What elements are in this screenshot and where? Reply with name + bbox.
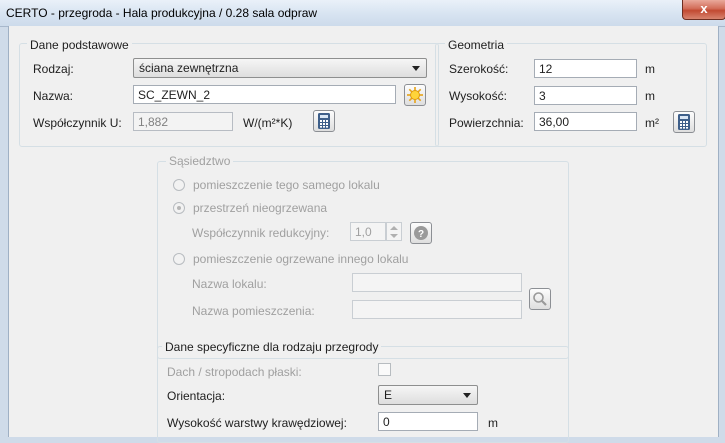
area-label: Powierzchnia: bbox=[449, 116, 524, 130]
type-select-value: ściana zewnętrzna bbox=[139, 61, 239, 75]
edge-height-unit: m bbox=[488, 416, 498, 430]
window-title: CERTO - przegroda - Hala produkcyjna / 0… bbox=[6, 6, 318, 20]
title-bar[interactable]: CERTO - przegroda - Hala produkcyjna / 0… bbox=[0, 0, 725, 27]
room-name-label: Nazwa pomieszczenia: bbox=[192, 304, 315, 318]
width-label: Szerokość: bbox=[449, 62, 509, 76]
dialog-client: Dane podstawowe Rodzaj: ściana zewnętrzn… bbox=[8, 26, 719, 443]
sun-icon bbox=[407, 87, 423, 103]
stepper-down-icon bbox=[390, 234, 398, 238]
u-calculator-button[interactable] bbox=[313, 110, 335, 132]
type-select[interactable]: ściana zewnętrzna bbox=[133, 58, 427, 78]
edge-height-input[interactable]: 0 bbox=[378, 412, 478, 431]
unit-name-input[interactable] bbox=[352, 273, 522, 292]
area-unit: m² bbox=[645, 116, 659, 130]
width-input[interactable]: 12 bbox=[534, 59, 637, 78]
svg-text:?: ? bbox=[418, 229, 424, 240]
area-calculator-button[interactable] bbox=[673, 111, 695, 133]
orientation-label: Orientacja: bbox=[167, 389, 226, 403]
reduction-help-button[interactable]: ? bbox=[410, 222, 432, 244]
chevron-down-icon bbox=[463, 393, 471, 398]
help-icon: ? bbox=[414, 226, 428, 240]
u-coefficient-unit: W/(m²*K) bbox=[243, 116, 293, 130]
radio-other-unit[interactable] bbox=[173, 253, 185, 265]
room-name-input[interactable] bbox=[352, 300, 522, 319]
reduction-input[interactable]: 1,0 bbox=[350, 222, 386, 241]
height-input[interactable]: 3 bbox=[534, 86, 637, 105]
edge-height-label: Wysokość warstwy krawędziowej: bbox=[167, 416, 347, 430]
type-label: Rodzaj: bbox=[33, 62, 74, 76]
calculator-icon bbox=[678, 114, 690, 130]
radio-same-unit[interactable] bbox=[173, 179, 185, 191]
name-input[interactable]: SC_ZEWN_2 bbox=[133, 85, 396, 104]
radio-same-unit-label: pomieszczenie tego samego lokalu bbox=[193, 178, 380, 192]
specific-data-legend: Dane specyficzne dla rodzaju przegrody bbox=[162, 340, 382, 354]
search-room-button[interactable] bbox=[529, 288, 551, 310]
close-icon: x bbox=[700, 1, 708, 16]
reduction-stepper[interactable] bbox=[386, 222, 402, 241]
u-coefficient-input: 1,882 bbox=[133, 112, 233, 131]
width-unit: m bbox=[645, 62, 655, 76]
height-label: Wysokość: bbox=[449, 89, 507, 103]
orientation-select-value: E bbox=[384, 388, 393, 402]
u-coefficient-label: Współczynnik U: bbox=[33, 116, 122, 130]
name-label: Nazwa: bbox=[33, 89, 74, 103]
reduction-label: Współczynnik redukcyjny: bbox=[192, 226, 330, 240]
stepper-up-icon bbox=[390, 226, 398, 230]
radio-unheated[interactable] bbox=[173, 202, 185, 214]
geometry-legend: Geometria bbox=[445, 38, 508, 52]
unit-name-label: Nazwa lokalu: bbox=[192, 277, 267, 291]
generate-name-button[interactable] bbox=[404, 84, 426, 106]
neighborhood-legend: Sąsiedztwo bbox=[166, 154, 234, 168]
height-unit: m bbox=[645, 89, 655, 103]
orientation-select[interactable]: E bbox=[378, 385, 478, 405]
radio-unheated-label: przestrzeń nieogrzewana bbox=[193, 201, 328, 215]
calculator-icon bbox=[318, 113, 330, 129]
close-button[interactable]: x bbox=[682, 0, 725, 20]
basic-data-legend: Dane podstawowe bbox=[27, 38, 132, 52]
search-icon bbox=[533, 292, 547, 306]
roof-label: Dach / stropodach płaski: bbox=[167, 365, 302, 379]
roof-checkbox[interactable] bbox=[378, 363, 391, 376]
area-input[interactable]: 36,00 bbox=[534, 112, 637, 131]
chevron-down-icon bbox=[412, 66, 420, 71]
reduction-value: 1,0 bbox=[355, 225, 372, 239]
radio-other-unit-label: pomieszczenie ogrzewane innego lokalu bbox=[193, 252, 409, 266]
